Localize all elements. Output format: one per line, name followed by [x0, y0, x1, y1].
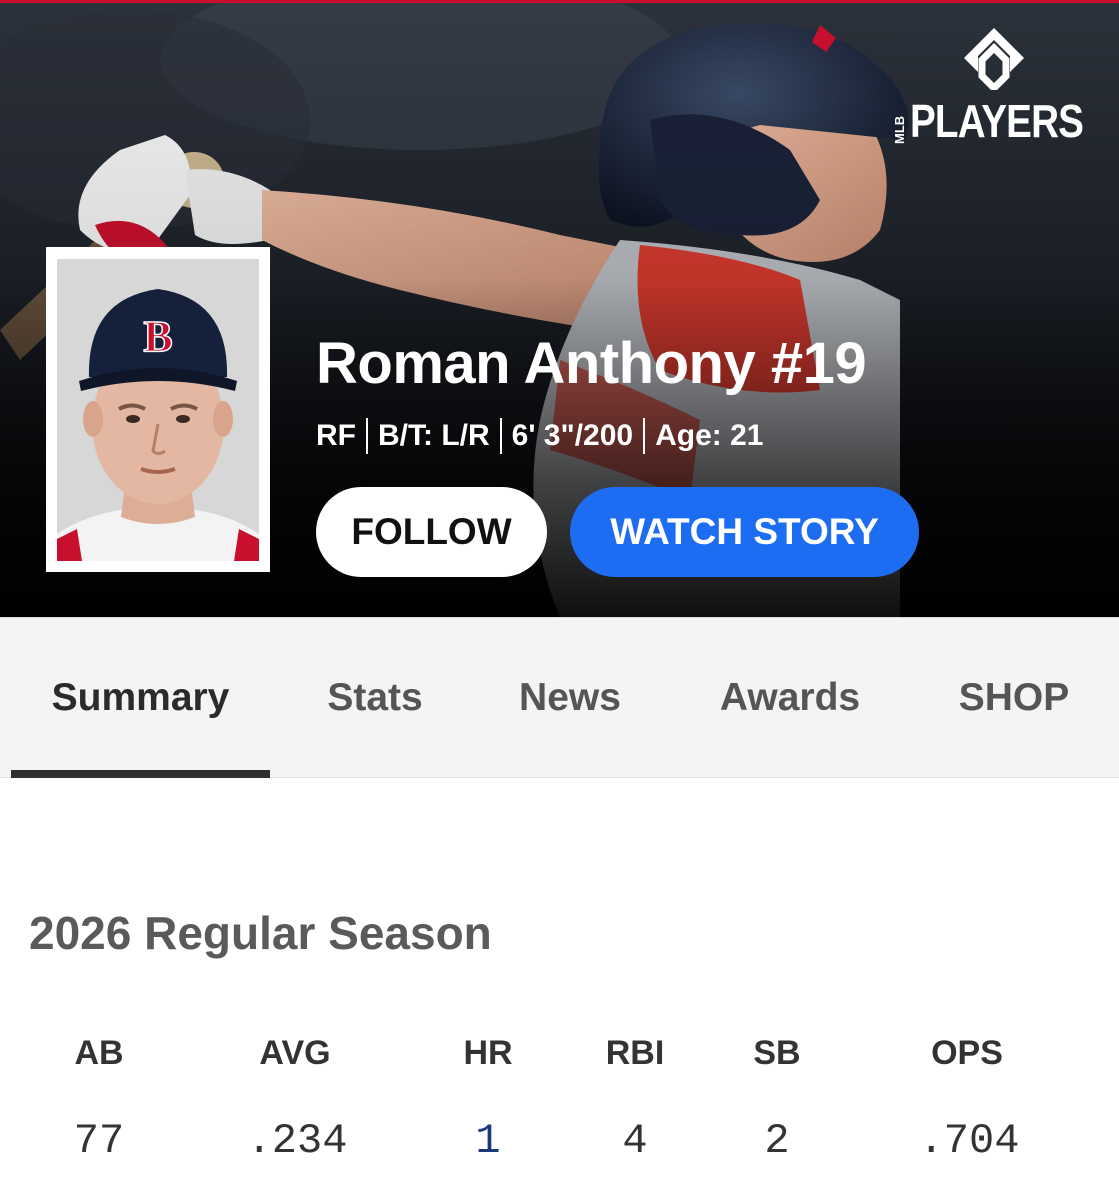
stat-value-sb: 2 [764, 1117, 790, 1165]
stat-value-avg: .234 [246, 1117, 348, 1165]
player-bio: RF B/T: L/R 6' 3"/200 Age: 21 [316, 418, 763, 454]
tab-shop[interactable]: SHOP [930, 618, 1098, 778]
profile-tab-bar: Summary Stats News Awards SHOP [0, 617, 1119, 778]
player-age: Age: 21 [655, 419, 764, 452]
stat-header-hr: HR [463, 1034, 513, 1072]
bio-divider [366, 418, 368, 454]
bio-divider [499, 418, 502, 454]
stat-header-ops: OPS [931, 1034, 1003, 1072]
bio-divider [643, 418, 646, 454]
tab-news[interactable]: News [480, 618, 660, 778]
hero-top-accent [0, 0, 1119, 3]
watch-story-button[interactable]: WATCH STORY [570, 487, 919, 577]
headshot-image: B [57, 259, 259, 561]
player-name: Roman Anthony #19 [316, 331, 867, 396]
stat-header-sb: SB [753, 1034, 801, 1072]
players-wordmark: PLAYERS [910, 95, 1084, 147]
mlb-players-logo[interactable]: MLB PLAYERS [892, 26, 1102, 147]
player-position: RF [316, 419, 356, 452]
tab-stats[interactable]: Stats [290, 618, 460, 778]
follow-button[interactable]: FOLLOW [316, 487, 547, 577]
player-hero: MLB PLAYERS B Roman Anthony #19 RF B/T: … [0, 0, 1119, 617]
active-tab-indicator [11, 770, 270, 778]
mlb-wordmark: MLB [892, 115, 907, 145]
stat-header-ab: AB [74, 1034, 124, 1072]
stat-header-avg: AVG [259, 1034, 331, 1072]
player-bats-throws: B/T: L/R [378, 419, 490, 452]
diamond-logo-icon [964, 28, 1024, 90]
player-height-weight: 6' 3"/200 [511, 419, 634, 452]
stat-value-ab: 77 [73, 1117, 125, 1165]
tab-summary[interactable]: Summary [11, 618, 270, 778]
tab-awards[interactable]: Awards [690, 618, 890, 778]
stat-value-hr-link[interactable]: 1 [403, 1117, 573, 1165]
player-headshot: B [46, 247, 270, 572]
season-title: 2026 Regular Season [29, 907, 492, 959]
stat-header-rbi: RBI [605, 1034, 665, 1072]
svg-text:B: B [143, 312, 172, 361]
stat-value-ops: .704 [918, 1117, 1020, 1165]
